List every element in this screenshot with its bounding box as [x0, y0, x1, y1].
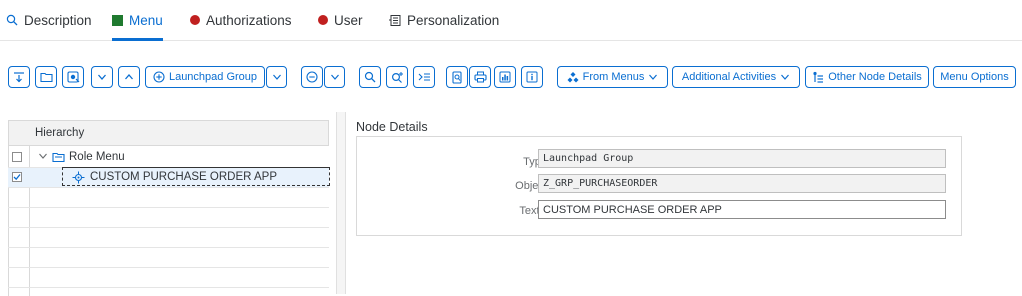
tree-node-label: Role Menu [69, 151, 125, 163]
documentation-button[interactable] [446, 66, 468, 88]
row-checkbox[interactable] [12, 172, 22, 182]
tree-row-role-menu[interactable]: Role Menu [8, 148, 329, 168]
focus-indicator [62, 167, 330, 186]
chevron-down-icon [272, 74, 281, 80]
menu-options-label: Menu Options [940, 71, 1009, 83]
print-button[interactable] [469, 66, 491, 88]
tab-bar: Description Menu Authorizations User Per… [0, 0, 1022, 41]
green-square-icon [112, 14, 123, 26]
statistics-button[interactable] [494, 66, 516, 88]
tab-menu[interactable]: Menu [112, 0, 163, 41]
expand-subtree-button[interactable] [8, 66, 30, 88]
tab-label: Authorizations [206, 12, 292, 28]
hierarchy-title: Hierarchy [35, 127, 85, 139]
chevron-down-icon [649, 74, 658, 80]
hierarchy-tree: Hierarchy Role Menu CUSTOM PURCHASE ORDE… [8, 120, 330, 296]
find-button[interactable] [359, 66, 381, 88]
remove-circle-icon [306, 71, 318, 83]
chevron-down-icon[interactable] [38, 151, 48, 164]
tab-user[interactable]: User [318, 0, 363, 40]
tab-label: Menu [129, 12, 163, 28]
launchpad-group-dropdown[interactable] [266, 66, 287, 88]
red-dot-icon [190, 15, 200, 25]
add-circle-icon [153, 71, 165, 83]
folder-icon [52, 151, 65, 166]
tree-row-empty [8, 248, 329, 268]
launchpad-group-label: Launchpad Group [168, 71, 258, 83]
copy-menu-icon [567, 72, 579, 83]
text-field[interactable]: CUSTOM PURCHASE ORDER APP [538, 200, 946, 219]
search-icon [364, 71, 376, 83]
delete-node-button[interactable] [301, 66, 323, 88]
insert-button[interactable] [413, 66, 435, 88]
tree-row-empty [8, 208, 329, 228]
additional-activities-button[interactable]: Additional Activities [672, 66, 800, 88]
object-field: Z_GRP_PURCHASEORDER [538, 174, 946, 193]
other-node-details-label: Other Node Details [828, 71, 922, 83]
chevron-down-icon [98, 74, 106, 80]
menu-options-button[interactable]: Menu Options [933, 66, 1016, 88]
launchpad-group-button[interactable]: Launchpad Group [145, 66, 265, 88]
row-checkbox[interactable] [12, 152, 22, 162]
from-menus-button[interactable]: From Menus [557, 66, 668, 88]
tab-label: Personalization [407, 12, 500, 28]
insert-list-icon [418, 73, 430, 81]
hierarchy-header: Hierarchy [8, 120, 329, 146]
bar-chart-icon [499, 71, 511, 83]
from-menus-label: From Menus [582, 71, 645, 83]
pane-splitter[interactable] [336, 112, 346, 294]
type-field: Launchpad Group [538, 149, 946, 168]
find-next-button[interactable] [386, 66, 408, 88]
tab-authorizations[interactable]: Authorizations [190, 0, 292, 40]
red-dot-icon [318, 15, 328, 25]
tree-row-empty [8, 228, 329, 248]
expand-subtree-icon [14, 72, 24, 83]
tab-label: User [334, 12, 363, 28]
chevron-down-icon [781, 74, 790, 80]
delete-node-dropdown[interactable] [324, 66, 345, 88]
chevron-down-icon [330, 74, 339, 80]
node-details-title: Node Details [356, 120, 428, 134]
node-details-icon [813, 71, 824, 83]
transaction-button[interactable] [62, 66, 84, 88]
tab-personalization[interactable]: Personalization [388, 0, 499, 40]
move-up-button[interactable] [118, 66, 140, 88]
other-node-details-button[interactable]: Other Node Details [805, 66, 929, 88]
transaction-icon [66, 71, 79, 83]
document-search-icon [452, 70, 462, 84]
folder-icon [39, 72, 53, 83]
move-down-button[interactable] [91, 66, 113, 88]
tree-row-empty [8, 188, 329, 208]
info-button[interactable] [521, 66, 543, 88]
tree-row-empty [8, 268, 329, 288]
tab-label: Description [24, 12, 92, 28]
printer-icon [473, 71, 487, 83]
personalization-icon [388, 14, 401, 27]
magnifier-icon [6, 14, 18, 26]
create-folder-button[interactable] [35, 66, 57, 88]
node-details-panel: Type: Launchpad Group Object: Z_GRP_PURC… [356, 136, 962, 236]
info-icon [526, 71, 538, 83]
additional-activities-label: Additional Activities [681, 71, 777, 83]
tab-description[interactable]: Description [6, 0, 92, 40]
search-next-icon [391, 72, 403, 83]
chevron-up-icon [125, 74, 133, 80]
